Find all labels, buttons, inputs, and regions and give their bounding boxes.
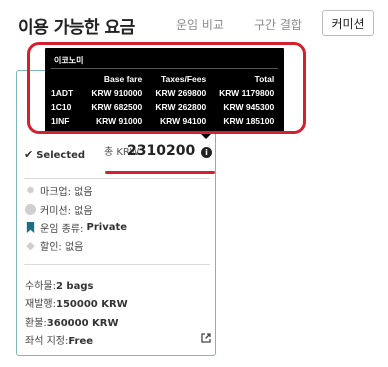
seat-selection-info: 좌석 지정:Free <box>25 332 93 347</box>
circle-icon <box>25 204 36 215</box>
feature-label: 할인: <box>40 242 62 253</box>
commission-button[interactable]: 커미션 <box>322 10 374 36</box>
feature-label: 운임 종류: <box>40 224 84 235</box>
feature-value: 없음 <box>74 187 93 198</box>
detail-value: 360000 KRW <box>46 318 119 329</box>
tab-fare-compare[interactable]: 운임 비교 <box>176 16 224 33</box>
feature-value: Private <box>86 222 128 233</box>
feature-discount: ◆ 할인: 없음 <box>25 238 83 253</box>
tab-segment-combine[interactable]: 구간 결합 <box>254 16 302 33</box>
selected-indicator: ✔ Selected <box>24 148 85 161</box>
feature-label: 커미션: <box>40 206 71 217</box>
feature-markup: ✹ 마크업: 없음 <box>25 183 93 198</box>
detail-label: 재발행: <box>25 299 56 310</box>
feature-fare-type: 운임 종류: Private <box>25 220 127 235</box>
info-icon[interactable]: i <box>201 147 212 158</box>
feature-label: 마크업: <box>40 187 71 198</box>
highlight-bracket <box>27 42 306 134</box>
detail-label: 좌석 지정: <box>25 336 69 347</box>
detail-label: 수하물: <box>25 281 56 292</box>
total-price: 2310200 <box>127 143 196 159</box>
detail-value: 150000 KRW <box>55 299 128 310</box>
reissue-info: 재발행:150000 KRW <box>25 295 128 310</box>
tag-icon: ◆ <box>26 239 35 252</box>
feature-value: 없음 <box>64 242 84 253</box>
refund-info: 환불:360000 KRW <box>25 314 119 329</box>
detail-value: Free <box>68 336 94 347</box>
bookmark-icon <box>26 222 35 233</box>
feature-value: 없음 <box>74 206 93 217</box>
detail-value: 2 bags <box>55 281 94 292</box>
highlight-underline <box>105 171 215 174</box>
divider <box>24 178 210 179</box>
external-link-icon[interactable] <box>201 333 211 343</box>
detail-label: 환불: <box>25 318 47 329</box>
feature-commission: 커미션: 없음 <box>25 202 93 217</box>
gear-icon: ✹ <box>25 184 36 197</box>
page-title: 이용 가능한 요금 <box>18 18 135 38</box>
divider <box>24 264 210 265</box>
selected-label: Selected <box>36 150 86 161</box>
baggage-info: 수하물:2 bags <box>25 277 93 292</box>
checkmark-icon: ✔ <box>24 148 34 161</box>
